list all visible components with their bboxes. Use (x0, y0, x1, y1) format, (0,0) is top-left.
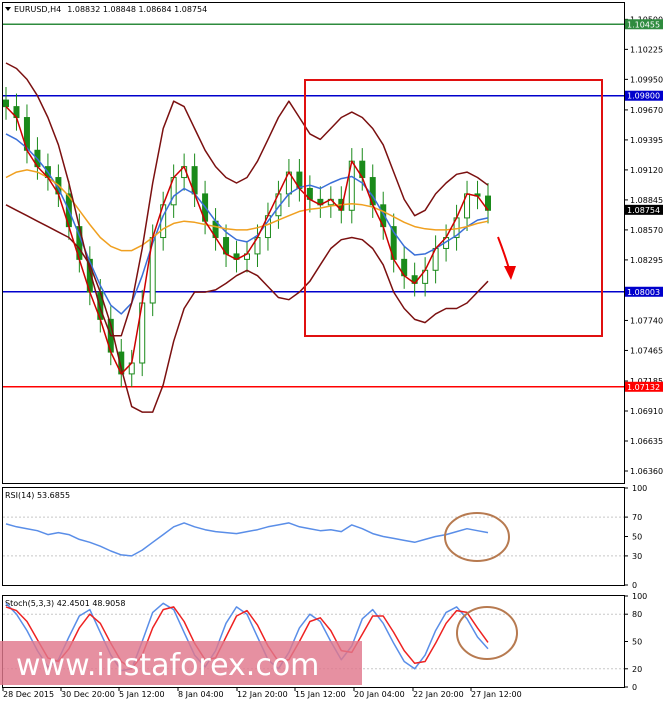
time-tick-label: 22 Jan 20:00 (413, 690, 464, 699)
price-tick-label: 1.07740 (630, 316, 663, 325)
rsi-tick-label: 0 (632, 581, 637, 590)
stoch-label: Stoch(5,3,3) 42.4501 48.9058 (5, 599, 125, 608)
price-tick-label: 1.09670 (630, 106, 663, 115)
time-axis: 28 Dec 2015 30 Dec 20:00 5 Jan 12:00 8 Jan … (2, 688, 522, 699)
price-tick-label: 1.06360 (630, 467, 663, 476)
time-tick-label: 27 Jan 12:00 (471, 690, 522, 699)
price-tick-label: 1.09120 (630, 166, 663, 175)
rsi-tick-label: 50 (632, 533, 642, 542)
time-tick-label: 30 Dec 20:00 (61, 690, 115, 699)
symbol-label: EURUSD,H4 (14, 5, 61, 14)
time-tick-label: 15 Jan 12:00 (295, 690, 346, 699)
time-tick-label: 8 Jan 04:00 (178, 690, 224, 699)
price-tick-label: 1.09950 (630, 75, 663, 84)
price-tick-label: 1.07465 (630, 346, 663, 355)
price-tick-label: 1.06910 (630, 407, 663, 416)
rsi-tick-label: 70 (632, 513, 642, 522)
eurusd-chart: EURUSD,H4 1.08832 1.08848 1.08684 1.0875… (0, 0, 665, 704)
watermark-text: www.instaforex.com (16, 648, 319, 683)
stoch-tick-label: 20 (632, 665, 642, 674)
time-tick-label: 28 Dec 2015 (3, 690, 54, 699)
rsi-tick-label: 100 (632, 484, 647, 493)
level-tag-label: 1.09800 (627, 92, 660, 101)
candle-body (3, 99, 9, 108)
level-tag-label: 1.08754 (627, 206, 660, 215)
time-tick-label: 20 Jan 04:00 (354, 690, 405, 699)
price-tick-label: 1.10225 (630, 45, 663, 54)
main-panel-frame[interactable] (2, 2, 625, 484)
price-tick-label: 1.09395 (630, 136, 663, 145)
stoch-tick-label: 50 (632, 638, 642, 647)
stoch-tick-label: 0 (632, 683, 637, 692)
price-tick-label: 1.08570 (630, 226, 663, 235)
stoch-tick-label: 80 (632, 610, 642, 619)
rsi-panel-frame[interactable] (2, 487, 625, 586)
price-tick-label: 1.08845 (630, 196, 663, 205)
level-tag-label: 1.07132 (627, 383, 660, 392)
price-tick-label: 1.06635 (630, 437, 663, 446)
rsi-tick-label: 30 (632, 552, 642, 561)
rsi-label: RSI(14) 53.6855 (5, 491, 70, 500)
time-tick-label: 12 Jan 20:00 (237, 690, 288, 699)
price-tick-label: 1.08295 (630, 256, 663, 265)
ohlc-values: 1.08832 1.08848 1.08684 1.08754 (67, 5, 207, 14)
level-tag-label: 1.10455 (627, 20, 660, 29)
time-tick-label: 5 Jan 12:00 (119, 690, 165, 699)
level-tag-label: 1.08003 (627, 288, 660, 297)
stoch-tick-label: 100 (632, 592, 647, 601)
